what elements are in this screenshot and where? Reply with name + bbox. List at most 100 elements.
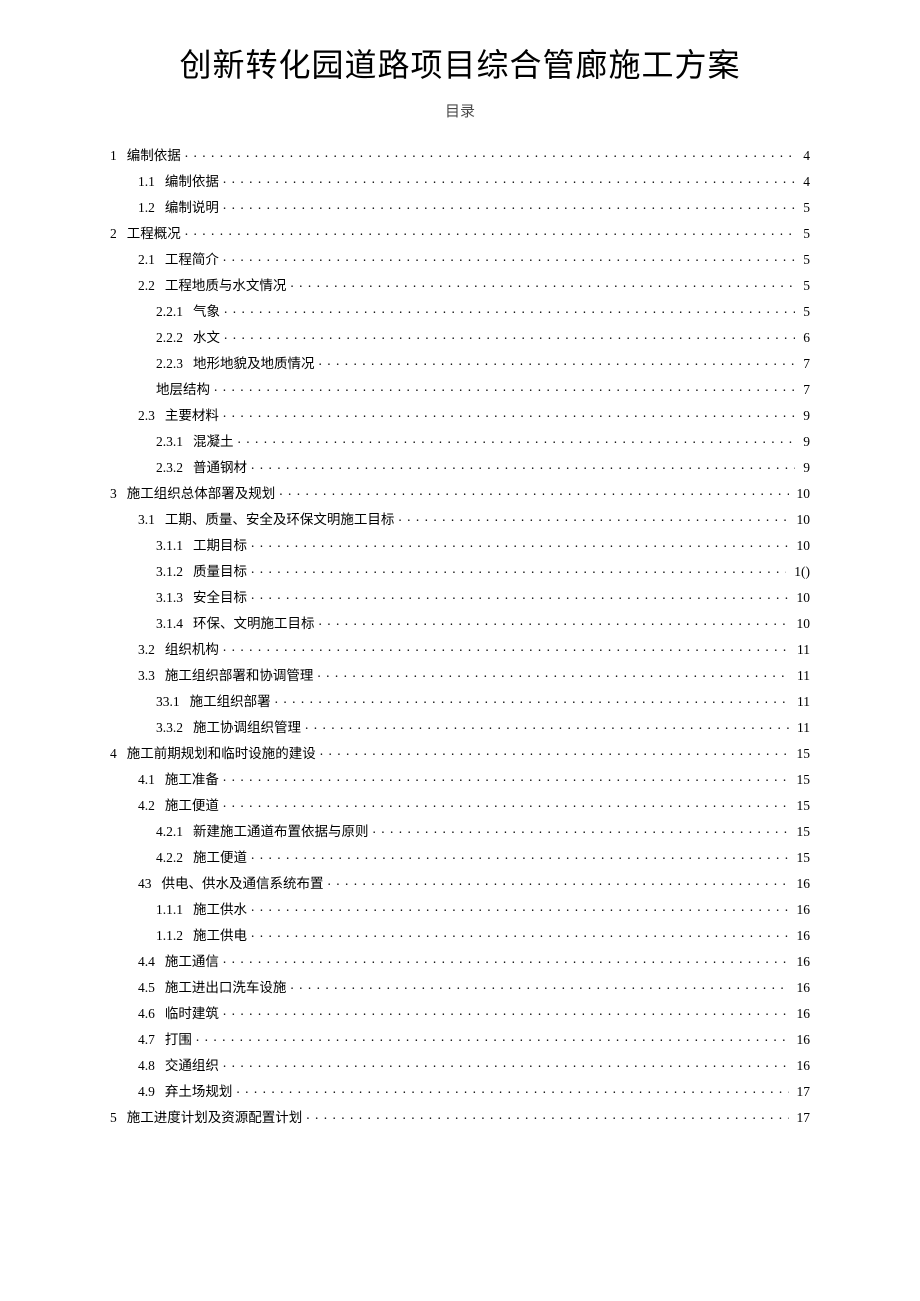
toc-entry-label: 施工前期规划和临时设施的建设 [127, 747, 316, 761]
document-subtitle: 目录 [110, 100, 810, 121]
toc-leader-dots [251, 926, 789, 940]
toc-leader-dots [290, 978, 788, 992]
toc-entry-number: 4.8 [138, 1059, 165, 1073]
toc-leader-dots [328, 874, 789, 888]
toc-entry-label: 施工供电 [193, 929, 247, 943]
toc-leader-dots [224, 302, 795, 316]
toc-entry: 3.1.4环保、文明施工目标 10 [110, 609, 810, 635]
toc-entry-page: 15 [793, 825, 811, 839]
toc-entry-number: 2.1 [138, 253, 165, 267]
toc-entry-label: 施工协调组织管理 [193, 721, 301, 735]
toc-leader-dots [223, 198, 795, 212]
toc-leader-dots [185, 224, 796, 238]
toc-leader-dots [238, 432, 796, 446]
toc-entry: 4.6临时建筑16 [110, 999, 810, 1025]
toc-entry: 4.5施工进出口洗车设施16 [110, 973, 810, 999]
toc-leader-dots [275, 692, 789, 706]
toc-leader-dots [319, 354, 796, 368]
toc-entry-label: 施工组织总体部署及规划 [127, 487, 276, 501]
toc-entry: 1.1.2施工供电 16 [110, 921, 810, 947]
toc-entry-page: 16 [793, 1033, 811, 1047]
toc-leader-dots [223, 250, 795, 264]
toc-entry-page: 10 [793, 617, 811, 631]
toc-entry-page: 9 [799, 435, 810, 449]
toc-entry-page: 15 [793, 747, 811, 761]
toc-entry-label: 施工准备 [165, 773, 219, 787]
toc-entry: 3.2组织机构 11 [110, 635, 810, 661]
toc-entry-number: 3.1.1 [156, 539, 193, 553]
toc-entry-number: 2.2.1 [156, 305, 193, 319]
toc-entry: 2.3.2普通钢材9 [110, 453, 810, 479]
toc-leader-dots [320, 744, 789, 758]
toc-entry-page: 6 [799, 331, 810, 345]
toc-leader-dots [236, 1082, 788, 1096]
toc-entry-number: 3.2 [138, 643, 165, 657]
document-title: 创新转化园道路项目综合管廊施工方案 [110, 40, 810, 86]
toc-entry: 1.1编制依据4 [110, 167, 810, 193]
toc-entry: 4.4施工通信16 [110, 947, 810, 973]
toc-leader-dots [398, 510, 788, 524]
toc-entry-number: 3.1.3 [156, 591, 193, 605]
toc-entry-number: 4.4 [138, 955, 165, 969]
toc-entry-page: 16 [793, 1007, 811, 1021]
toc-entry: 地层结构7 [110, 375, 810, 401]
toc-leader-dots [251, 588, 789, 602]
toc-entry-page: 11 [793, 669, 810, 683]
toc-leader-dots [317, 666, 789, 680]
toc-entry-number: 3.1.4 [156, 617, 193, 631]
toc-entry: 4.2.1新建施工通道布置依据与原则15 [110, 817, 810, 843]
toc-entry-number: 1.1.1 [156, 903, 193, 917]
toc-entry-page: 10 [793, 513, 811, 527]
toc-entry: 2.3.1混凝土9 [110, 427, 810, 453]
toc-entry-page: 17 [793, 1111, 811, 1125]
toc-entry-page: 11 [793, 643, 810, 657]
toc-entry-page: 9 [799, 461, 810, 475]
toc-entry: 3施工组织总体部署及规划10 [110, 479, 810, 505]
toc-entry-label: 工期、质量、安全及环保文明施工目标 [165, 513, 395, 527]
toc-entry-page: 16 [793, 877, 811, 891]
toc-entry-label: 工程概况 [127, 227, 181, 241]
toc-leader-dots [223, 406, 795, 420]
toc-leader-dots [251, 536, 789, 550]
toc-leader-dots [319, 614, 789, 628]
toc-entry-page: 11 [793, 695, 810, 709]
toc-entry-label: 施工进出口洗车设施 [165, 981, 287, 995]
toc-entry-label: 安全目标 [193, 591, 247, 605]
toc-entry-label: 供电、供水及通信系统布置 [162, 877, 324, 891]
toc-leader-dots [223, 1004, 789, 1018]
toc-entry-number: 2.3.1 [156, 435, 193, 449]
toc-entry-number: 1.1.2 [156, 929, 193, 943]
toc-entry-label: 弃土场规划 [165, 1085, 233, 1099]
toc-entry-page: 9 [799, 409, 810, 423]
toc-entry: 2.2.2水文6 [110, 323, 810, 349]
toc-entry-label: 气象 [193, 305, 220, 319]
toc-leader-dots [196, 1030, 789, 1044]
toc-leader-dots [279, 484, 788, 498]
toc-entry-label: 组织机构 [165, 643, 219, 657]
toc-entry-number: 4.9 [138, 1085, 165, 1099]
toc-entry-number: 4.5 [138, 981, 165, 995]
toc-entry-page: 16 [793, 903, 811, 917]
toc-entry-page: 16 [793, 929, 811, 943]
toc-entry: 4.7打围16 [110, 1025, 810, 1051]
toc-entry: 5施工进度计划及资源配置计划17 [110, 1103, 810, 1129]
toc-entry-page: 10 [793, 539, 811, 553]
toc-entry: 3.3施工组织部署和协调管理11 [110, 661, 810, 687]
toc-entry: 4施工前期规划和临时设施的建设15 [110, 739, 810, 765]
toc-leader-dots [305, 718, 789, 732]
toc-leader-dots [214, 380, 795, 394]
toc-entry-label: 环保、文明施工目标 [193, 617, 315, 631]
toc-entry-page: 11 [793, 721, 810, 735]
toc-entry: 2工程概况5 [110, 219, 810, 245]
toc-entry-label: 工程简介 [165, 253, 219, 267]
toc-entry-label: 打围 [165, 1033, 192, 1047]
toc-entry-label: 编制依据 [127, 149, 181, 163]
toc-entry-page: 7 [799, 383, 810, 397]
toc-entry-page: 5 [799, 305, 810, 319]
toc-entry-page: 7 [799, 357, 810, 371]
toc-entry-label: 编制说明 [165, 201, 219, 215]
toc-entry: 33.1施工组织部署11 [110, 687, 810, 713]
toc-entry: 1编制依据4 [110, 141, 810, 167]
toc-entry-page: 5 [799, 279, 810, 293]
toc-entry-page: 17 [793, 1085, 811, 1099]
